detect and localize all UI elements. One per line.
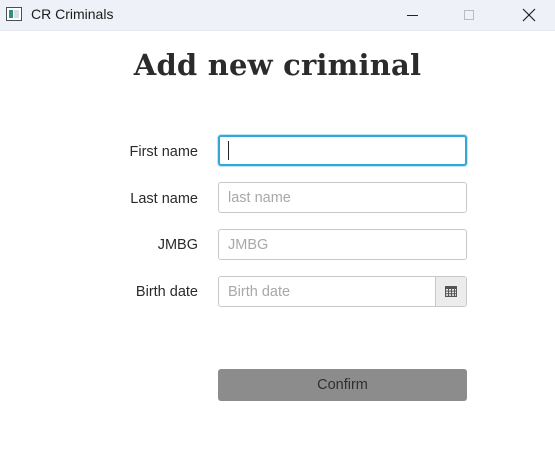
minimize-button[interactable] xyxy=(389,0,435,30)
maximize-icon xyxy=(464,10,474,20)
last-name-label: Last name xyxy=(130,191,198,207)
jmbg-input[interactable] xyxy=(218,229,467,260)
close-button[interactable] xyxy=(506,0,552,30)
app-icon xyxy=(6,7,22,21)
minimize-icon xyxy=(406,14,418,16)
title-bar: CR Criminals xyxy=(0,0,555,31)
text-cursor xyxy=(228,141,229,160)
close-icon xyxy=(522,8,536,22)
confirm-button[interactable]: Confirm xyxy=(218,369,467,401)
birth-date-picker xyxy=(218,276,467,307)
first-name-label: First name xyxy=(129,144,199,160)
calendar-button[interactable] xyxy=(435,277,466,306)
window-title: CR Criminals xyxy=(31,6,114,22)
page-title: Add new criminal xyxy=(133,48,422,82)
birth-date-label: Birth date xyxy=(135,284,198,300)
jmbg-label: JMBG xyxy=(157,237,198,253)
calendar-icon xyxy=(445,286,457,297)
maximize-button[interactable] xyxy=(446,0,492,30)
birth-date-input[interactable] xyxy=(219,277,437,306)
last-name-input[interactable] xyxy=(218,182,467,213)
first-name-input[interactable] xyxy=(218,135,467,166)
